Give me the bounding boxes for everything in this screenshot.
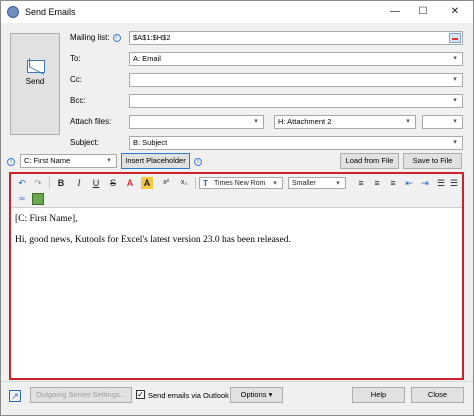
chevron-down-icon: ▾ (336, 180, 340, 187)
load-from-file-button[interactable]: Load from File (340, 153, 399, 169)
send-via-outlook-label: Send emails via Outlook (148, 391, 229, 400)
title-bar: Send Emails — ☐ ✕ (1, 1, 473, 23)
body-line-message: Hi, good news, Kutools for Excel's lates… (15, 235, 291, 245)
app-icon (7, 6, 19, 18)
italic-button[interactable]: I (73, 177, 85, 189)
chevron-down-icon: ▾ (453, 55, 457, 62)
subject-dropdown[interactable]: B: Subject ▾ (129, 136, 463, 150)
close-button[interactable]: Close (411, 387, 464, 403)
chevron-down-icon: ▾ (453, 139, 457, 146)
attach-files-dropdown-1[interactable]: ▾ (129, 115, 264, 129)
close-window-button[interactable]: ✕ (441, 1, 469, 23)
underline-button[interactable]: U (90, 177, 102, 189)
chevron-down-icon: ▾ (453, 76, 457, 83)
send-emails-dialog: Send Emails — ☐ ✕ Send Mailing list: i $A… (0, 0, 474, 416)
font-size-dropdown[interactable]: Smaller ▾ (288, 177, 346, 189)
info-icon[interactable]: i (194, 158, 202, 166)
chevron-down-icon: ▾ (254, 118, 258, 125)
highlight-color-icon[interactable]: A (141, 177, 153, 189)
range-select-icon[interactable] (449, 33, 461, 43)
insert-link-icon[interactable]: ∞ (16, 193, 28, 205)
chevron-down-icon: ▾ (406, 118, 410, 125)
info-icon[interactable]: i (7, 158, 15, 166)
window-title: Send Emails (25, 7, 76, 17)
strikethrough-button[interactable]: S (107, 177, 119, 189)
align-left-icon[interactable]: ≡ (355, 177, 367, 189)
redo-icon[interactable]: ↷ (32, 177, 44, 189)
insert-image-icon[interactable] (32, 193, 44, 205)
to-label: To: (70, 54, 81, 63)
numbered-list-icon[interactable]: ☰ (448, 177, 460, 189)
envelope-icon (27, 60, 45, 73)
send-via-outlook-checkbox[interactable]: ✓ (136, 390, 145, 399)
superscript-button[interactable]: x² (159, 177, 173, 189)
chevron-down-icon: ▾ (273, 180, 277, 187)
subject-label: Subject: (70, 138, 99, 147)
chevron-down-icon: ▾ (107, 157, 111, 164)
toolbar-divider (49, 177, 50, 189)
chevron-down-icon: ▾ (453, 118, 457, 125)
cc-dropdown[interactable]: ▾ (129, 73, 463, 87)
align-right-icon[interactable]: ≡ (387, 177, 399, 189)
attach-files-label: Attach files: (70, 117, 112, 126)
to-dropdown[interactable]: A: Email ▾ (129, 52, 463, 66)
send-label: Send (25, 77, 45, 86)
toolbar-divider (195, 177, 196, 189)
save-to-file-button[interactable]: Save to File (403, 153, 462, 169)
cc-label: Cc: (70, 75, 82, 84)
chevron-down-icon: ▾ (453, 97, 457, 104)
font-color-icon[interactable]: A (124, 177, 136, 189)
font-icon: T (203, 179, 208, 188)
attach-files-dropdown-3[interactable]: ▾ (422, 115, 463, 129)
outdent-icon[interactable]: ⇤ (403, 177, 415, 189)
minimize-button[interactable]: — (381, 1, 409, 23)
outgoing-server-settings-button[interactable]: Outgoing Server Settings... (30, 387, 132, 403)
options-button[interactable]: Options ▾ (230, 387, 283, 403)
placeholder-dropdown[interactable]: C: First Name ▾ (20, 154, 117, 168)
send-button[interactable]: Send (10, 33, 60, 135)
bcc-dropdown[interactable]: ▾ (129, 94, 463, 108)
info-icon[interactable]: i (112, 33, 121, 42)
email-body-content[interactable]: [C: First Name], Hi, good news, Kutools … (15, 214, 291, 256)
help-button[interactable]: Help (352, 387, 405, 403)
attach-files-dropdown-2[interactable]: H: Attachment 2 ▾ (274, 115, 416, 129)
maximize-button[interactable]: ☐ (409, 1, 437, 23)
footer-divider (1, 381, 473, 382)
undo-icon[interactable]: ↶ (16, 177, 28, 189)
external-link-icon[interactable]: ↗ (9, 390, 21, 402)
subscript-button[interactable]: x₂ (177, 177, 191, 189)
mailing-list-input[interactable]: $A$1:$H$2 (129, 31, 463, 45)
body-line-greeting: [C: First Name], (15, 214, 78, 224)
indent-icon[interactable]: ⇥ (419, 177, 431, 189)
caret-down-icon: ▾ (268, 390, 273, 399)
bullet-list-icon[interactable]: ☰ (435, 177, 447, 189)
email-body-editor[interactable]: ↶ ↷ B I U S A A x² x₂ T Times New Rom ▾ … (9, 172, 464, 380)
mailing-list-label: Mailing list: i (70, 33, 121, 42)
bold-button[interactable]: B (55, 177, 67, 189)
align-center-icon[interactable]: ≡ (371, 177, 383, 189)
formatting-toolbar: ↶ ↷ B I U S A A x² x₂ T Times New Rom ▾ … (11, 174, 462, 208)
bcc-label: Bcc: (70, 96, 86, 105)
insert-placeholder-button[interactable]: Insert Placeholder (121, 153, 190, 169)
font-name-dropdown[interactable]: T Times New Rom ▾ (199, 177, 283, 189)
